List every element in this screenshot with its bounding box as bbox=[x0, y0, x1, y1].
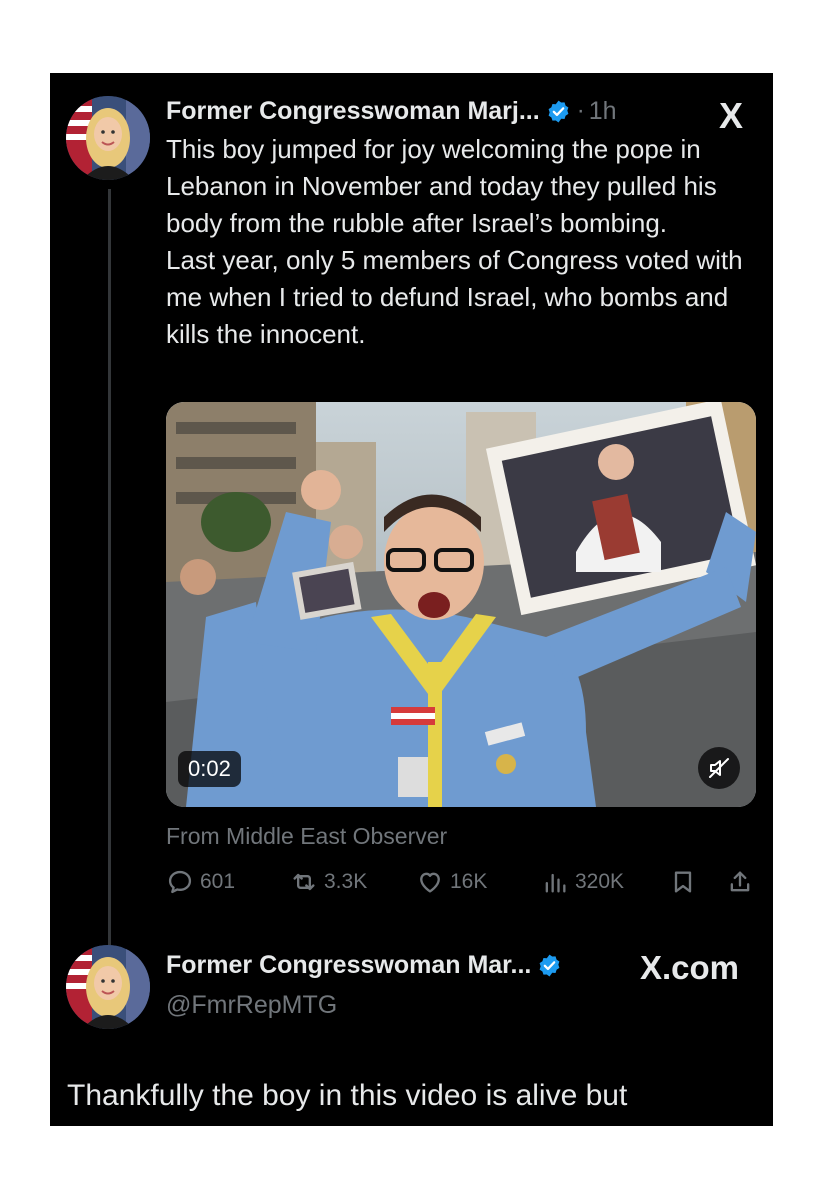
mute-button[interactable] bbox=[698, 747, 740, 789]
repost-count: 3.3K bbox=[324, 870, 368, 893]
bookmark-icon bbox=[674, 871, 692, 893]
tweet-screenshot: Former Congresswoman Marj... · 1h X This… bbox=[50, 73, 773, 1126]
video-thumbnail bbox=[166, 402, 756, 807]
repost-icon bbox=[293, 873, 315, 891]
tweet-actions: 601 3.3K 16K 320K bbox=[166, 868, 760, 908]
quote-author-avatar[interactable] bbox=[66, 945, 150, 1029]
thread-connector bbox=[108, 189, 111, 1009]
like-count: 16K bbox=[450, 870, 488, 893]
author-name[interactable]: Former Congresswoman Marj... bbox=[166, 97, 540, 126]
share-icon bbox=[730, 871, 750, 892]
author-avatar[interactable] bbox=[66, 96, 150, 180]
verified-badge-icon bbox=[548, 100, 569, 122]
quote-author-name[interactable]: Former Congresswoman Mar... bbox=[166, 951, 531, 980]
repost-button[interactable]: 3.3K bbox=[290, 868, 367, 896]
quote-header: Former Congresswoman Mar... bbox=[166, 951, 562, 980]
tweet-paragraph: Last year, only 5 members of Congress vo… bbox=[166, 245, 743, 349]
quote-author-handle[interactable]: @FmrRepMTG bbox=[166, 991, 337, 1020]
view-count: 320K bbox=[575, 870, 625, 893]
heart-icon bbox=[420, 872, 440, 893]
like-button[interactable]: 16K bbox=[416, 868, 487, 896]
analytics-icon bbox=[545, 873, 566, 893]
video-player[interactable]: 0:02 bbox=[166, 402, 756, 807]
tweet-body: This boy jumped for joy welcoming the po… bbox=[166, 131, 761, 353]
x-com-logo: X.com bbox=[639, 949, 739, 986]
bookmark-button[interactable] bbox=[669, 868, 703, 896]
video-duration: 0:02 bbox=[178, 751, 241, 787]
reply-button[interactable]: 601 bbox=[166, 868, 235, 896]
verified-badge-icon bbox=[539, 954, 560, 977]
tweet-header: Former Congresswoman Marj... · 1h X bbox=[166, 93, 759, 136]
views-button[interactable]: 320K bbox=[541, 868, 624, 896]
time-separator: · bbox=[576, 97, 585, 124]
reply-count: 601 bbox=[200, 870, 236, 893]
quote-body: Thankfully the boy in this video is aliv… bbox=[67, 1079, 628, 1112]
reply-icon bbox=[168, 870, 192, 894]
speaker-muted-icon bbox=[709, 758, 729, 778]
video-source[interactable]: From Middle East Observer bbox=[166, 823, 447, 850]
share-button[interactable] bbox=[726, 868, 760, 896]
tweet-paragraph: This boy jumped for joy welcoming the po… bbox=[166, 134, 717, 238]
tweet-time[interactable]: 1h bbox=[589, 97, 617, 126]
